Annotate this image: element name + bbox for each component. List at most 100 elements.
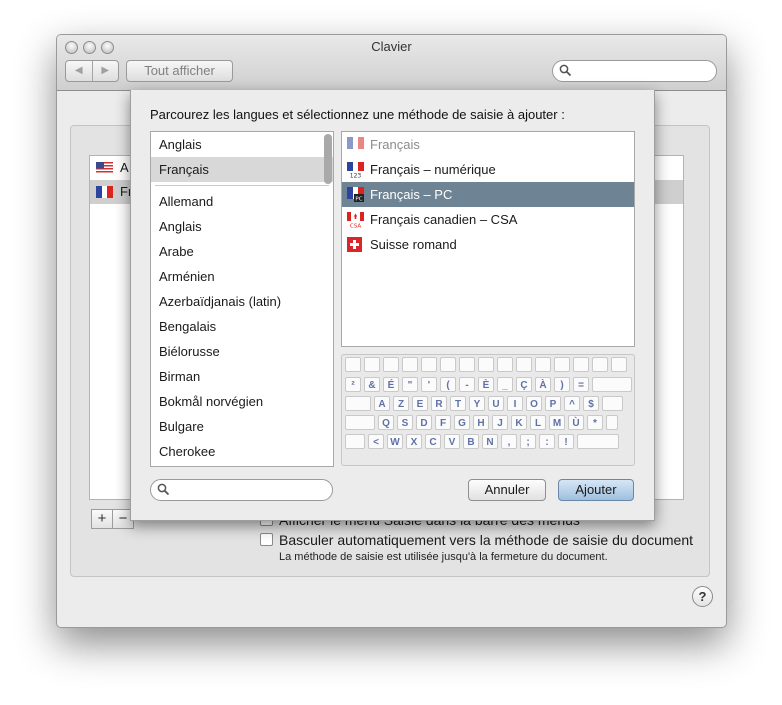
keyboard-key: ²: [345, 377, 361, 392]
keyboard-key: (: [440, 377, 456, 392]
keyboard-key: .: [577, 434, 619, 449]
keyboard-key: H: [473, 415, 489, 430]
method-item[interactable]: 123 Français – numérique: [342, 157, 634, 182]
language-item[interactable]: Anglais: [151, 214, 333, 239]
add-source-button[interactable]: +: [91, 509, 113, 529]
cancel-button[interactable]: Annuler: [468, 479, 546, 501]
keyboard-key: Q: [378, 415, 394, 430]
keyboard-key: .: [345, 415, 375, 430]
keyboard-key: .: [364, 357, 380, 372]
keyboard-key: Z: [393, 396, 409, 411]
keyboard-key: C: [425, 434, 441, 449]
keyboard-key: .: [383, 357, 399, 372]
keyboard-key: ': [421, 377, 437, 392]
keyboard-key: *: [587, 415, 603, 430]
keyboard-key: :: [539, 434, 555, 449]
input-method-list[interactable]: Français 123 Français – numérique PC Fra…: [341, 131, 635, 347]
keyboard-key: !: [558, 434, 574, 449]
keyboard-key: L: [530, 415, 546, 430]
auto-switch-option[interactable]: Basculer automatiquement vers la méthode…: [260, 532, 693, 548]
keyboard-key: U: [488, 396, 504, 411]
keyboard-key: T: [450, 396, 466, 411]
method-label: Français: [370, 137, 420, 152]
forward-button[interactable]: ▶: [93, 61, 119, 81]
keyboard-key: ^: [564, 396, 580, 411]
flag-fr-icon: [347, 137, 364, 149]
keyboard-key: E: [412, 396, 428, 411]
keyboard-key: F: [435, 415, 451, 430]
list-item-label: A: [120, 160, 129, 175]
keyboard-key: .: [606, 415, 618, 430]
language-item[interactable]: Azerbaïdjanais (latin): [151, 289, 333, 314]
show-all-button[interactable]: Tout afficher: [126, 60, 233, 82]
keyboard-key: N: [482, 434, 498, 449]
keyboard-key: G: [454, 415, 470, 430]
back-forward-control[interactable]: ◀ ▶: [65, 60, 119, 82]
method-item[interactable]: Français: [342, 132, 634, 157]
keyboard-key: Ù: [568, 415, 584, 430]
keyboard-key: .: [516, 357, 532, 372]
keyboard-key: .: [602, 396, 623, 411]
keyboard-key: .: [592, 357, 608, 372]
language-item[interactable]: Allemand: [151, 189, 333, 214]
keyboard-key: -: [459, 377, 475, 392]
language-search-field[interactable]: [150, 479, 333, 501]
keyboard-key: K: [511, 415, 527, 430]
keyboard-key: W: [387, 434, 403, 449]
keyboard-key: A: [374, 396, 390, 411]
language-item[interactable]: Bokmål norvégien: [151, 389, 333, 414]
keyboard-key: M: [549, 415, 565, 430]
keyboard-preview: . . . . . . . . . . . . . . . ² & É " ' …: [341, 354, 635, 466]
svg-text:123: 123: [350, 173, 362, 179]
keyboard-key: .: [592, 377, 632, 392]
keyboard-key: <: [368, 434, 384, 449]
add-button[interactable]: Ajouter: [558, 479, 634, 501]
keyboard-key: V: [444, 434, 460, 449]
keyboard-key: .: [497, 357, 513, 372]
language-item[interactable]: Anglais: [151, 132, 333, 157]
keyboard-key: Ç: [516, 377, 532, 392]
search-field[interactable]: [552, 60, 717, 82]
keyboard-key: .: [611, 357, 627, 372]
add-input-source-sheet: Parcourez les langues et sélectionnez un…: [130, 90, 655, 521]
method-item[interactable]: CSA Français canadien – CSA: [342, 207, 634, 232]
keyboard-key: .: [421, 357, 437, 372]
keyboard-key: X: [406, 434, 422, 449]
language-list-scrollbar[interactable]: [324, 134, 332, 184]
keyboard-key: S: [397, 415, 413, 430]
language-item[interactable]: Biélorusse: [151, 339, 333, 364]
keyboard-key: $: [583, 396, 599, 411]
keyboard-key: R: [431, 396, 447, 411]
sheet-prompt: Parcourez les langues et sélectionnez un…: [150, 107, 565, 122]
keyboard-key: É: [383, 377, 399, 392]
auto-switch-checkbox[interactable]: [260, 533, 273, 546]
back-button[interactable]: ◀: [66, 61, 93, 81]
keyboard-key: ,: [501, 434, 517, 449]
language-item[interactable]: Cherokee: [151, 439, 333, 464]
language-item[interactable]: Birman: [151, 364, 333, 389]
method-item[interactable]: Suisse romand: [342, 232, 634, 257]
language-item[interactable]: Arabe: [151, 239, 333, 264]
language-item[interactable]: Bengalais: [151, 314, 333, 339]
method-label: Français canadien – CSA: [370, 212, 518, 227]
keyboard-key: &: [364, 377, 380, 392]
keyboard-key: .: [345, 396, 371, 411]
keyboard-key: ;: [520, 434, 536, 449]
svg-text:PC: PC: [355, 197, 362, 202]
keyboard-key: P: [545, 396, 561, 411]
flag-fr-pc-icon: PC: [347, 187, 364, 202]
keyboard-key: I: [507, 396, 523, 411]
keyboard-key: =: [573, 377, 589, 392]
flag-fr-123-icon: 123: [347, 162, 364, 178]
method-item-selected[interactable]: PC Français – PC: [342, 182, 634, 207]
search-icon: [157, 483, 170, 496]
help-button[interactable]: ?: [692, 586, 713, 607]
language-item-selected[interactable]: Français: [151, 157, 333, 182]
language-item[interactable]: Arménien: [151, 264, 333, 289]
flag-fr-icon: [96, 186, 113, 198]
language-item[interactable]: Bulgare: [151, 414, 333, 439]
flag-ch-icon: [347, 237, 362, 252]
keyboard-key: .: [402, 357, 418, 372]
language-list[interactable]: Anglais Français Allemand Anglais Arabe …: [150, 131, 334, 467]
keyboard-key: O: [526, 396, 542, 411]
